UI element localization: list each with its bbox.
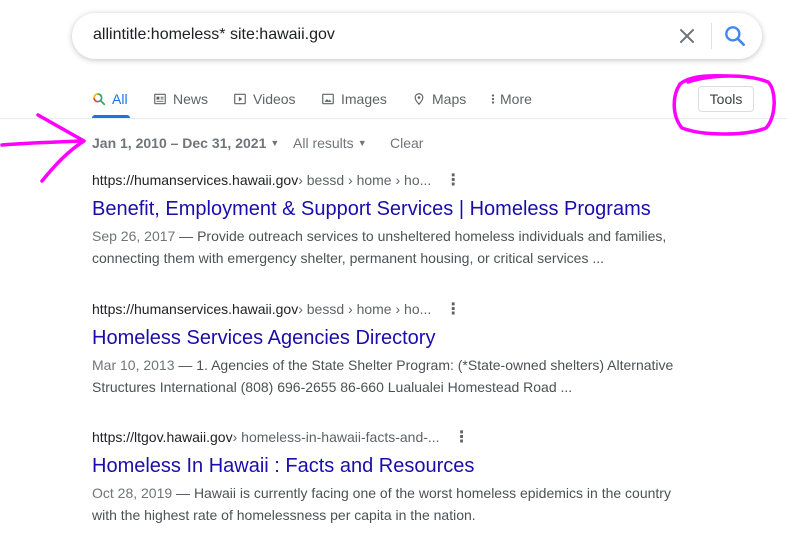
clear-filters-link[interactable]: Clear — [390, 135, 423, 151]
result-date: Sep 26, 2017 — [92, 228, 176, 244]
result-breadcrumbs: › bessd › home › ho... — [298, 172, 432, 188]
tab-more-label: More — [500, 91, 532, 107]
result-options-icon[interactable]: ⋮ — [445, 170, 461, 190]
search-result: https://ltgov.hawaii.gov › homeless-in-h… — [92, 427, 712, 526]
result-title-link[interactable]: Homeless Services Agencies Directory — [92, 325, 712, 351]
snippet-line: Structures International (808) 696-2655 … — [92, 379, 573, 395]
caret-down-icon: ▼ — [270, 138, 280, 148]
search-result: https://humanservices.hawaii.gov › bessd… — [92, 170, 712, 269]
news-icon — [154, 93, 166, 105]
result-options-icon[interactable]: ⋮ — [445, 299, 461, 319]
tab-videos-label: Videos — [253, 91, 296, 107]
google-search-multicolor-icon — [93, 93, 106, 106]
result-domain: https://humanservices.hawaii.gov — [92, 301, 299, 317]
result-snippet: Oct 28, 2019 — Hawaii is currently facin… — [92, 482, 712, 526]
clear-label: Clear — [390, 135, 424, 151]
result-url[interactable]: https://ltgov.hawaii.gov › homeless-in-h… — [92, 427, 712, 447]
result-date: Oct 28, 2019 — [92, 485, 173, 501]
map-pin-icon — [414, 93, 424, 106]
caret-down-icon: ▼ — [357, 138, 367, 148]
search-box-divider — [711, 23, 712, 49]
tab-news-label: News — [173, 91, 209, 107]
result-breadcrumbs: › homeless-in-hawaii-facts-and-... — [232, 429, 440, 445]
tab-images[interactable]: Images — [321, 88, 387, 110]
result-url[interactable]: https://humanservices.hawaii.gov › bessd… — [92, 299, 712, 319]
tab-news[interactable]: News — [153, 88, 208, 110]
snippet-line: connecting them with emergency shelter, … — [92, 250, 605, 266]
results-scope-filter[interactable]: All results ▼ — [293, 135, 367, 151]
snippet-line: with the highest rate of homelessness pe… — [92, 507, 476, 523]
result-snippet: Sep 26, 2017 — Provide outreach services… — [92, 225, 712, 269]
search-tabs: All News Videos Images Maps More — [0, 80, 787, 118]
result-options-icon[interactable]: ⋮ — [454, 427, 470, 447]
result-title-link[interactable]: Homeless In Hawaii : Facts and Resources — [92, 453, 712, 479]
tab-videos[interactable]: Videos — [233, 88, 296, 110]
snippet-line: — 1. Agencies of the State Shelter Progr… — [174, 357, 674, 373]
search-input[interactable]: allintitle:homeless* site:hawaii.gov — [93, 26, 335, 44]
result-date: Mar 10, 2013 — [92, 357, 175, 373]
search-box[interactable]: allintitle:homeless* site:hawaii.gov — [72, 13, 762, 59]
tab-maps-label: Maps — [432, 91, 467, 107]
result-breadcrumbs: › bessd › home › ho... — [298, 301, 432, 317]
tools-button[interactable]: Tools — [698, 86, 754, 112]
result-url[interactable]: https://humanservices.hawaii.gov › bessd… — [92, 170, 712, 190]
result-title-link[interactable]: Benefit, Employment & Support Services |… — [92, 196, 712, 222]
search-icon[interactable] — [722, 23, 748, 49]
snippet-line: — Hawaii is currently facing one of the … — [172, 485, 671, 501]
snippet-line: — Provide outreach services to unshelter… — [175, 228, 667, 244]
image-icon — [322, 93, 334, 105]
clear-search-icon[interactable] — [675, 24, 699, 48]
search-result: https://humanservices.hawaii.gov › bessd… — [92, 299, 712, 398]
tab-all-label: All — [112, 91, 128, 107]
date-range-filter[interactable]: Jan 1, 2010 – Dec 31, 2021 ▼ — [92, 135, 279, 151]
tab-images-label: Images — [341, 91, 387, 107]
tab-maps[interactable]: Maps — [412, 88, 466, 110]
date-range-label: Jan 1, 2010 – Dec 31, 2021 — [92, 135, 267, 151]
results-scope-label: All results — [293, 135, 354, 151]
tab-all[interactable]: All — [92, 88, 128, 110]
video-icon — [234, 93, 246, 105]
result-domain: https://humanservices.hawaii.gov — [92, 172, 299, 188]
result-domain: https://ltgov.hawaii.gov — [92, 429, 233, 445]
tab-more[interactable]: More — [490, 88, 532, 110]
tabs-divider — [0, 118, 787, 119]
vertical-dots-icon — [491, 94, 495, 104]
result-snippet: Mar 10, 2013 — 1. Agencies of the State … — [92, 354, 712, 398]
